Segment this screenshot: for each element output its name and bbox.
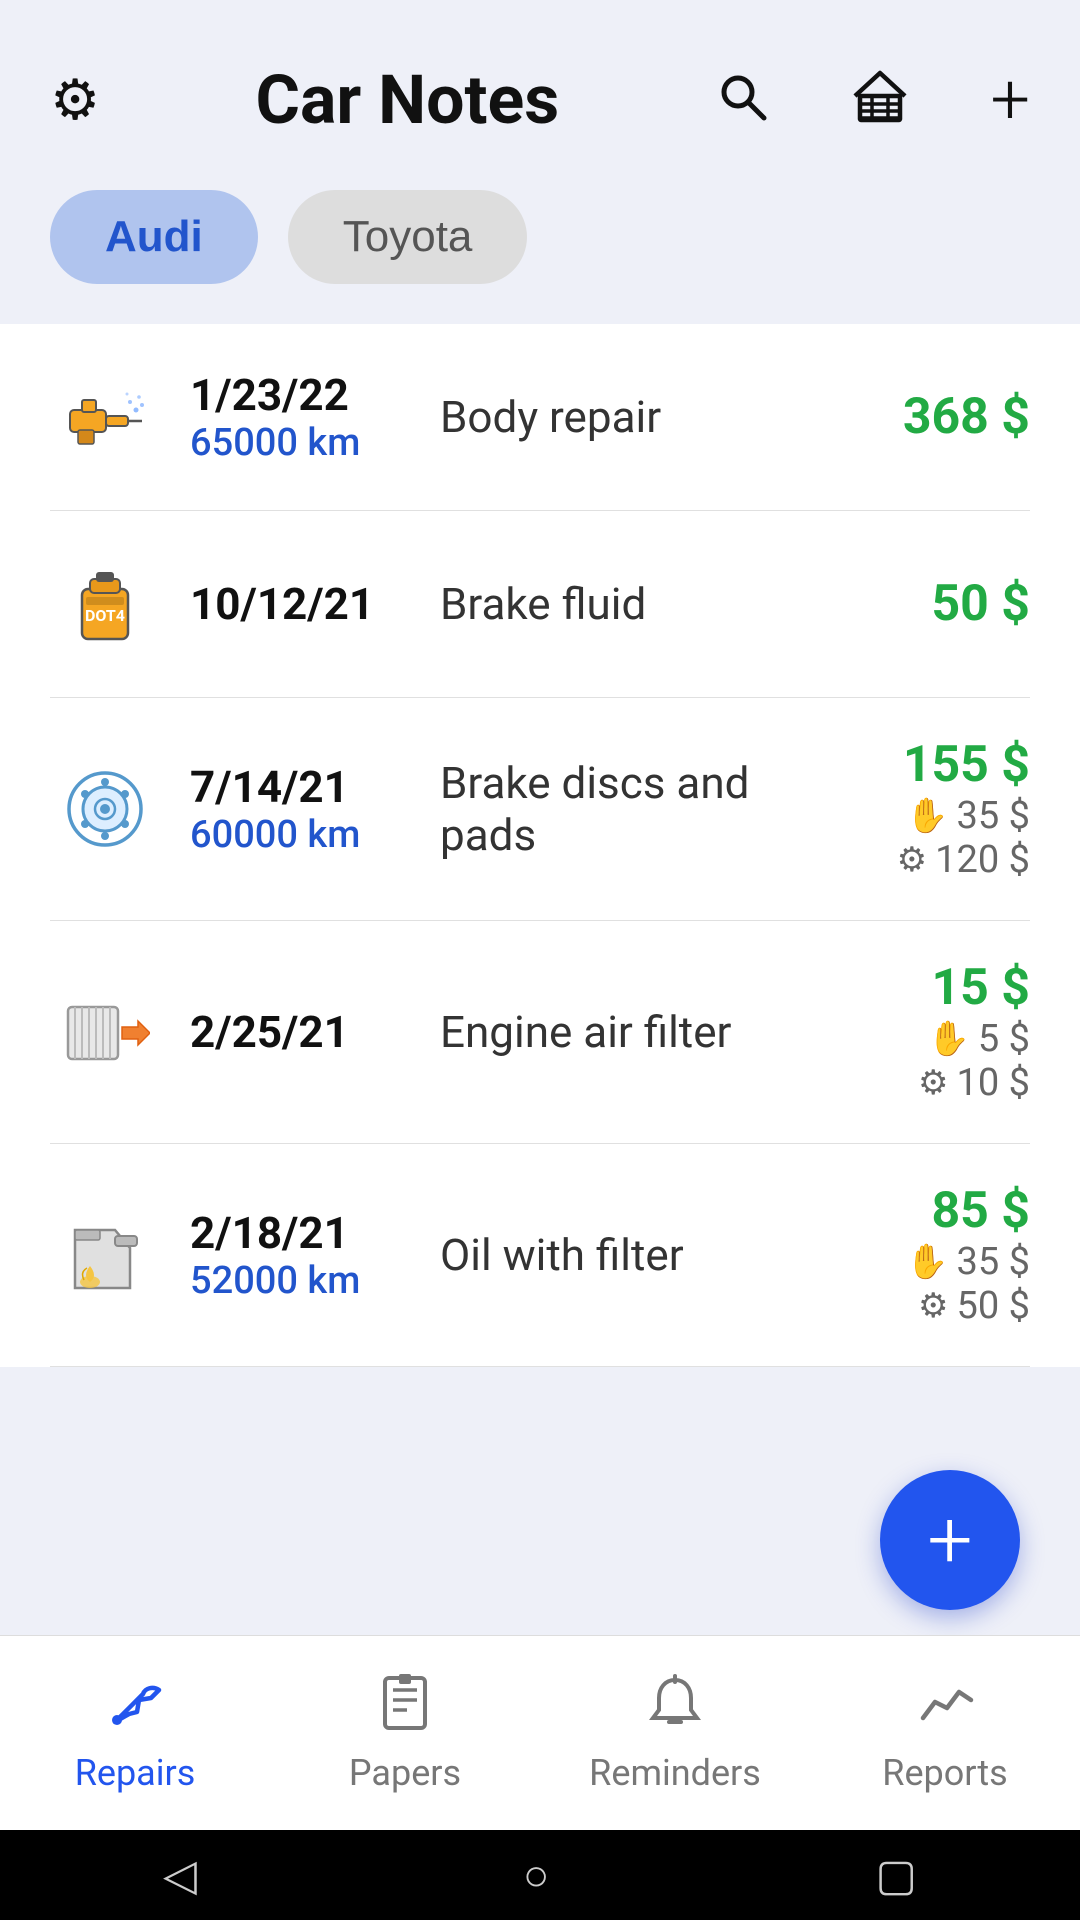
parts-value: 120 $	[935, 838, 1030, 882]
labor-icon: ✋	[928, 1019, 970, 1059]
reports-icon	[915, 1672, 975, 1742]
parts-icon: ⚙	[918, 1063, 948, 1103]
header: ⚙ Car Notes +	[0, 0, 1080, 170]
repair-item[interactable]: 2/25/21 Engine air filter 15 $ ✋ 5 $ ⚙ 1…	[50, 921, 1030, 1144]
repair-cost-block: 368 $	[820, 388, 1030, 446]
add-icon[interactable]: +	[990, 65, 1030, 135]
repair-item[interactable]: DOT4 10/12/21 Brake fluid 50 $	[50, 511, 1030, 698]
car-tabs: Audi Toyota	[0, 170, 1080, 324]
fab-add-button[interactable]: +	[880, 1470, 1020, 1610]
header-actions: +	[714, 65, 1030, 135]
reports-label: Reports	[882, 1752, 1007, 1794]
parts-icon: ⚙	[897, 840, 927, 880]
repair-parts-cost: ⚙ 120 $	[820, 838, 1030, 882]
svg-text:DOT4: DOT4	[85, 606, 125, 625]
back-button[interactable]: ◁	[163, 1849, 197, 1901]
repair-date: 7/14/21	[190, 761, 410, 814]
papers-icon	[375, 1672, 435, 1742]
repair-item[interactable]: 1/23/22 65000 km Body repair 368 $	[50, 324, 1030, 511]
repair-icon-fluid: DOT4	[50, 549, 160, 659]
repair-date: 1/23/22	[190, 369, 410, 422]
repair-parts-cost: ⚙ 50 $	[820, 1284, 1030, 1328]
nav-item-reports[interactable]: Reports	[810, 1636, 1080, 1830]
repair-cost-block: 155 $ ✋ 35 $ ⚙ 120 $	[820, 736, 1030, 882]
repair-description: Brake discs and pads	[440, 757, 790, 861]
repair-date: 10/12/21	[190, 578, 410, 631]
repair-cost-total: 368 $	[820, 388, 1030, 446]
reminders-icon	[645, 1672, 705, 1742]
parts-value: 10 $	[957, 1061, 1031, 1105]
tab-toyota[interactable]: Toyota	[288, 190, 528, 284]
repair-description: Body repair	[440, 391, 790, 443]
repair-list: 1/23/22 65000 km Body repair 368 $ DOT4 …	[0, 324, 1080, 1367]
repair-description: Brake fluid	[440, 578, 790, 630]
repair-icon-filter	[50, 977, 160, 1087]
repair-cost-block: 15 $ ✋ 5 $ ⚙ 10 $	[820, 959, 1030, 1105]
settings-icon[interactable]: ⚙	[50, 72, 100, 128]
garage-icon[interactable]	[850, 68, 910, 133]
repair-km: 60000 km	[190, 813, 410, 857]
repair-km: 65000 km	[190, 421, 410, 465]
repair-icon-oil	[50, 1200, 160, 1310]
repair-item[interactable]: 2/18/21 52000 km Oil with filter 85 $ ✋ …	[50, 1144, 1030, 1367]
parts-icon: ⚙	[918, 1286, 948, 1326]
repair-date: 2/18/21	[190, 1207, 410, 1260]
search-icon[interactable]	[714, 68, 770, 133]
repair-icon-disc	[50, 754, 160, 864]
nav-item-repairs[interactable]: Repairs	[0, 1636, 270, 1830]
repairs-label: Repairs	[75, 1752, 196, 1794]
papers-label: Papers	[349, 1752, 461, 1794]
tab-audi[interactable]: Audi	[50, 190, 258, 284]
repair-parts-cost: ⚙ 10 $	[820, 1061, 1030, 1105]
repair-cost-block: 85 $ ✋ 35 $ ⚙ 50 $	[820, 1182, 1030, 1328]
repair-labor-cost: ✋ 5 $	[820, 1017, 1030, 1061]
repair-cost-total: 155 $	[820, 736, 1030, 794]
repair-cost-total: 85 $	[820, 1182, 1030, 1240]
nav-item-papers[interactable]: Papers	[270, 1636, 540, 1830]
bottom-navigation: Repairs Papers Reminders	[0, 1635, 1080, 1830]
repair-labor-cost: ✋ 35 $	[820, 1240, 1030, 1284]
home-button[interactable]: ○	[523, 1849, 550, 1901]
repairs-icon	[105, 1672, 165, 1742]
labor-value: 35 $	[957, 794, 1031, 838]
repair-date-block: 7/14/21 60000 km	[190, 761, 410, 858]
labor-value: 5 $	[978, 1017, 1030, 1061]
parts-value: 50 $	[957, 1284, 1031, 1328]
repair-labor-cost: ✋ 35 $	[820, 794, 1030, 838]
system-navigation-bar: ◁ ○ ▢	[0, 1830, 1080, 1920]
repair-km: 52000 km	[190, 1259, 410, 1303]
repair-cost-total: 15 $	[820, 959, 1030, 1017]
repair-date-block: 2/25/21	[190, 1006, 410, 1059]
repair-icon-spray	[50, 362, 160, 472]
repair-cost-total: 50 $	[820, 575, 1030, 633]
repair-item[interactable]: 7/14/21 60000 km Brake discs and pads 15…	[50, 698, 1030, 921]
reminders-label: Reminders	[589, 1752, 761, 1794]
repair-date-block: 10/12/21	[190, 578, 410, 631]
repair-cost-block: 50 $	[820, 575, 1030, 633]
repair-description: Engine air filter	[440, 1006, 790, 1058]
labor-value: 35 $	[957, 1240, 1031, 1284]
repair-date-block: 2/18/21 52000 km	[190, 1207, 410, 1304]
fab-add-icon: +	[927, 1500, 972, 1580]
app-title: Car Notes	[100, 60, 714, 140]
labor-icon: ✋	[906, 1242, 948, 1282]
recents-button[interactable]: ▢	[875, 1849, 917, 1901]
nav-item-reminders[interactable]: Reminders	[540, 1636, 810, 1830]
labor-icon: ✋	[906, 796, 948, 836]
repair-date-block: 1/23/22 65000 km	[190, 369, 410, 466]
repair-date: 2/25/21	[190, 1006, 410, 1059]
repair-description: Oil with filter	[440, 1229, 790, 1281]
